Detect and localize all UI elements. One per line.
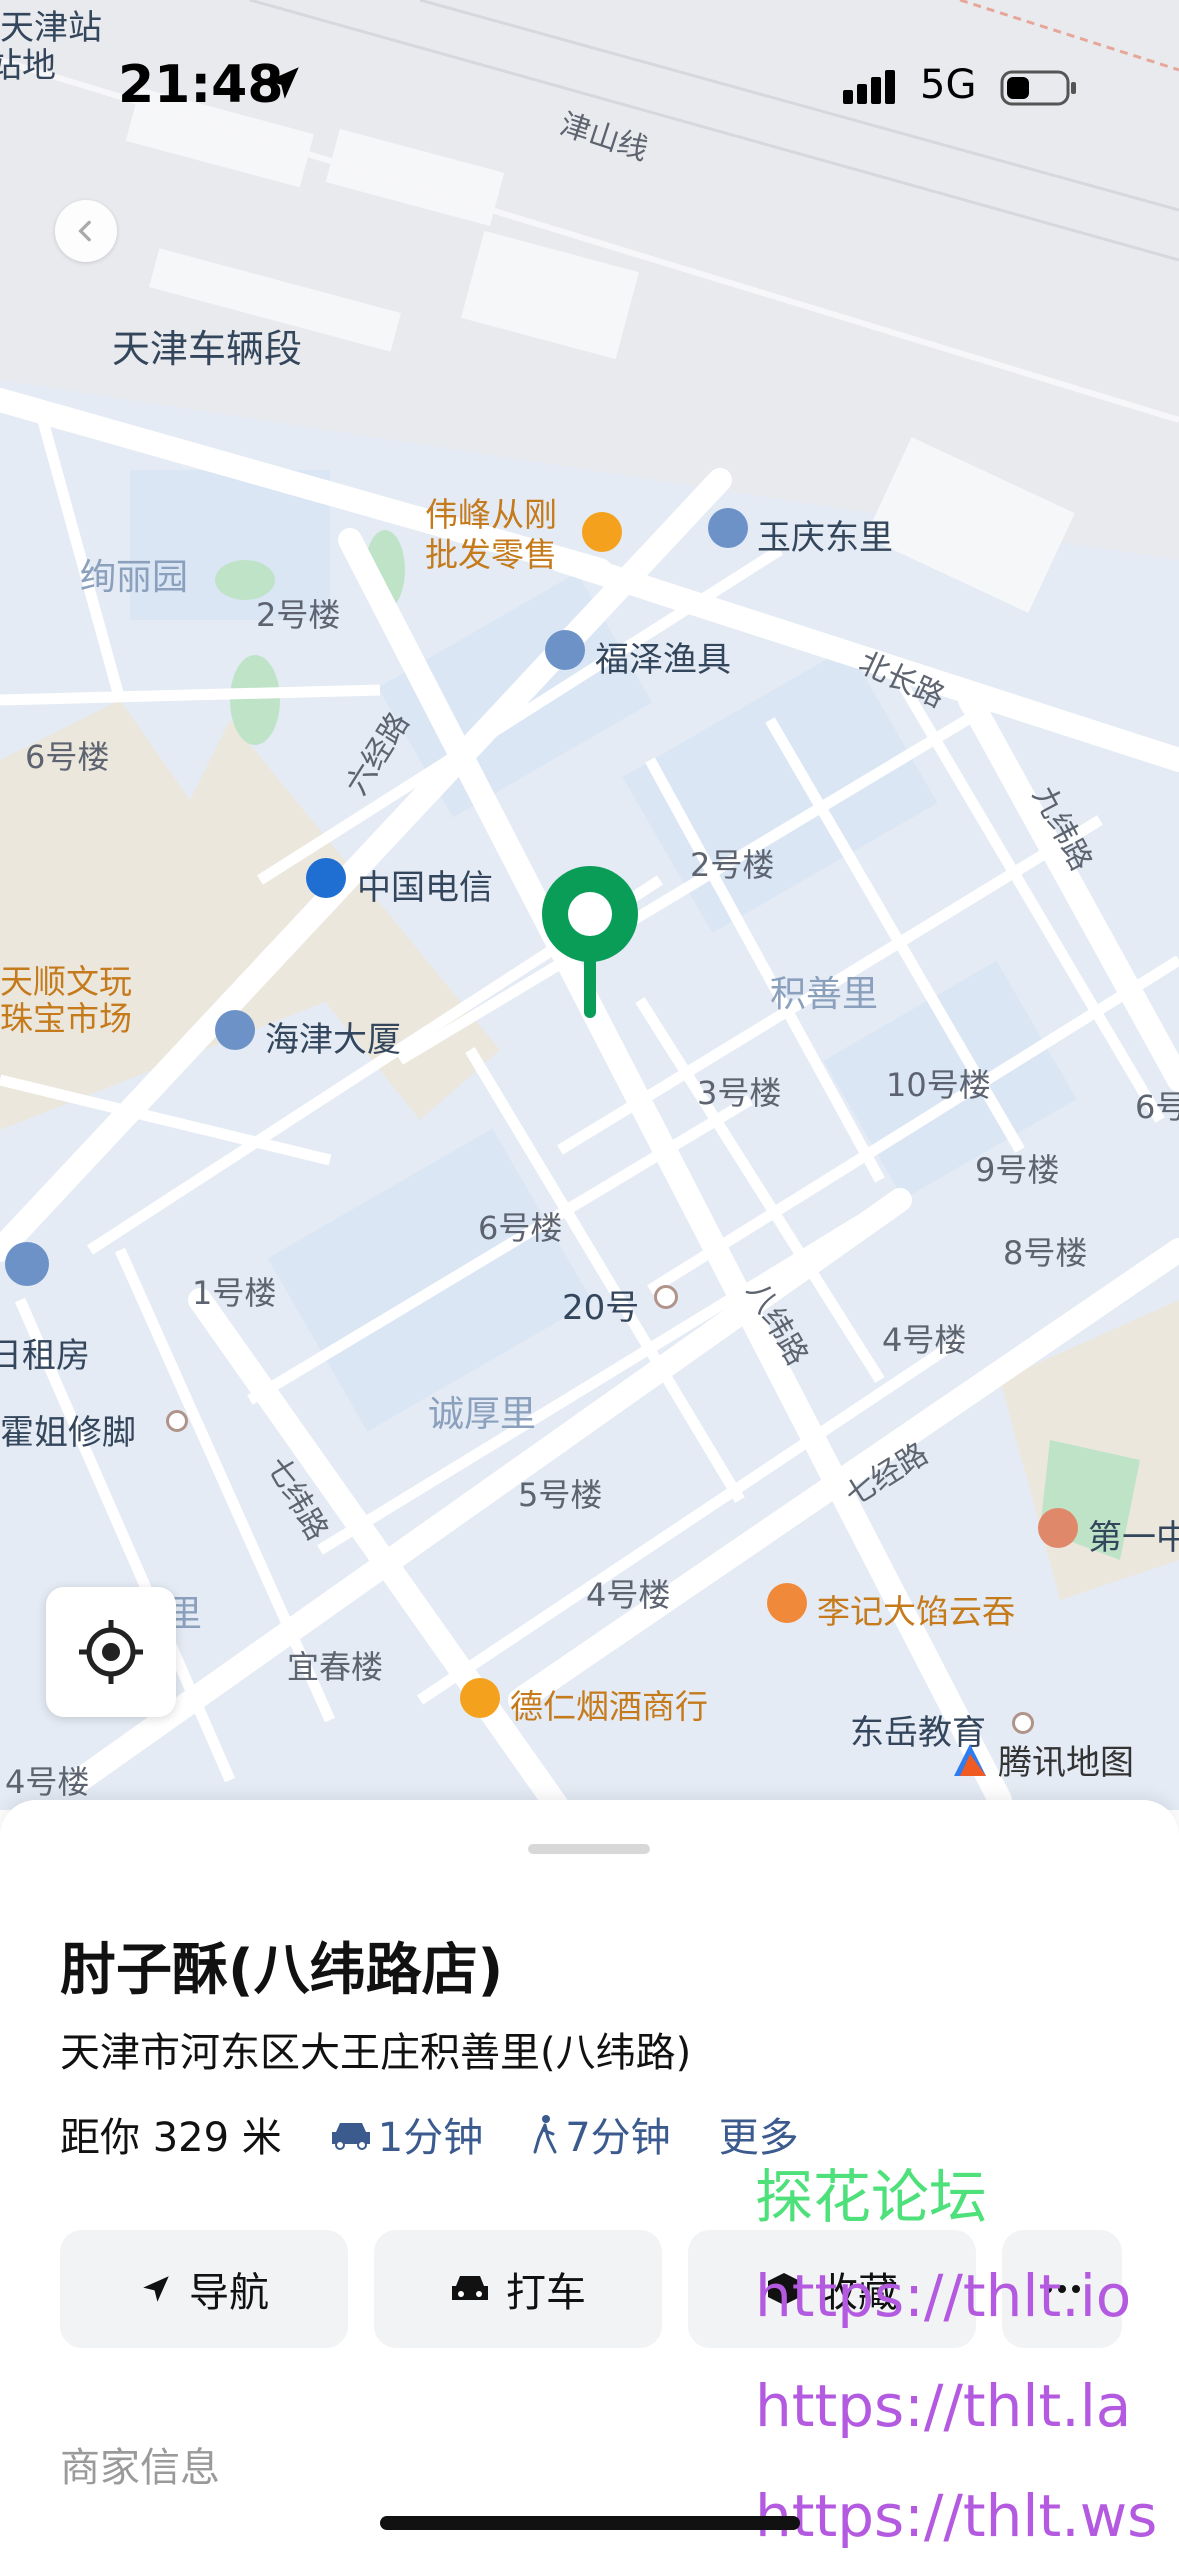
- map-label-xuliyuan: 绚丽园: [80, 557, 189, 598]
- battery-icon: [1000, 70, 1076, 106]
- drive-time[interactable]: 1分钟: [330, 2105, 483, 2163]
- status-time: 21:48: [118, 55, 284, 115]
- map-label-yichun: 宜春楼: [287, 1648, 384, 1686]
- navigate-button[interactable]: 导航: [60, 2230, 348, 2348]
- map-label-telecom: 中国电信: [357, 868, 493, 908]
- tencent-map-text: 腾讯地图: [998, 1743, 1134, 1783]
- map-label-building-4b: 4号楼: [586, 1576, 671, 1614]
- taxi-icon: [452, 2276, 488, 2300]
- navigation-arrow-icon: [143, 2276, 169, 2302]
- place-address: 天津市河东区大王庄积善里(八纬路): [60, 2030, 692, 2076]
- map-label-building-9: 9号楼: [975, 1151, 1060, 1189]
- map-label-building-8: 8号楼: [1003, 1234, 1088, 1272]
- map-label-depot: 天津车辆段: [112, 327, 303, 371]
- map-label-fuze: 福泽渔具: [595, 640, 731, 680]
- map-label-building-10: 10号楼: [886, 1066, 991, 1104]
- map-label-deren: 德仁烟酒商行: [510, 1687, 708, 1726]
- telecom-icon: [306, 858, 346, 898]
- merchant-info-heading: 商家信息: [60, 2445, 220, 2491]
- walk-time-text: 7分钟: [565, 2115, 671, 2161]
- crosshair-icon: [79, 1620, 143, 1684]
- walk-icon: [533, 2115, 557, 2154]
- watermark-url-1: https://thlt.io: [755, 2262, 1132, 2330]
- location-dot-icon: [1012, 1712, 1034, 1734]
- shop-icon: [545, 630, 585, 670]
- map-label-xiujiao: 霍姐修脚: [0, 1413, 136, 1453]
- map-label-station-2: 站地: [0, 46, 56, 86]
- sheet-grabber[interactable]: [528, 1844, 650, 1854]
- school-icon: [1038, 1508, 1078, 1548]
- map-label-building-5: 5号楼: [518, 1476, 603, 1514]
- map-label-yuqing: 玉庆东里: [757, 518, 893, 558]
- taxi-button[interactable]: 打车: [374, 2230, 662, 2348]
- locate-me-button[interactable]: [46, 1587, 176, 1717]
- destination-pin-icon: [542, 866, 638, 1018]
- map-label-building-4c: 4号楼: [5, 1763, 90, 1801]
- place-name: 肘子酥(八纬路店): [60, 1938, 504, 2003]
- place-meta-row: 距你 329 米 1分钟 7分钟 更多: [60, 2105, 799, 2163]
- watermark-forum: 探花论坛: [755, 2163, 988, 2231]
- map-label-building-2a: 2号楼: [256, 596, 341, 634]
- walk-time[interactable]: 7分钟: [531, 2105, 671, 2163]
- map-label-liji: 李记大馅云吞: [817, 1592, 1015, 1631]
- taxi-label: 打车: [506, 2270, 586, 2316]
- map-label-jishanli: 积善里: [770, 974, 879, 1015]
- home-indicator[interactable]: [380, 2516, 800, 2530]
- map-label-haijin: 海津大厦: [265, 1020, 401, 1060]
- navigate-label: 导航: [189, 2270, 269, 2316]
- map-label-building-2b: 2号楼: [690, 846, 775, 884]
- tencent-map-logo: 腾讯地图: [950, 1735, 1134, 1784]
- store-icon: [460, 1678, 500, 1718]
- watermark-url-2: https://thlt.la: [755, 2372, 1132, 2440]
- map-label-building-6c: 6号楼: [478, 1209, 563, 1247]
- map-view[interactable]: 21:48 5G 天津站 站地 津山线 天津车辆段 伟峰从刚 批发零售 玉庆东里…: [0, 0, 1179, 1810]
- back-button[interactable]: [55, 200, 117, 262]
- restaurant-icon: [767, 1583, 807, 1623]
- map-label-building-3: 3号楼: [697, 1074, 782, 1112]
- place-detail-sheet[interactable]: 肘子酥(八纬路店) 天津市河东区大王庄积善里(八纬路) 距你 329 米 1分钟…: [0, 1800, 1179, 2556]
- map-label-weifeng-2: 批发零售: [425, 535, 557, 574]
- shop-cart-icon: [582, 512, 622, 552]
- location-dot-icon: [166, 1410, 188, 1432]
- distance-text: 距你 329 米: [60, 2115, 282, 2161]
- car-icon: [331, 2123, 370, 2150]
- map-label-rizu: 日租房: [0, 1336, 90, 1376]
- location-dot-icon: [654, 1285, 678, 1309]
- map-label-chenghou: 诚厚里: [428, 1394, 537, 1435]
- office-building-icon: [215, 1010, 255, 1050]
- chevron-left-icon: [78, 220, 91, 242]
- drive-time-text: 1分钟: [377, 2115, 484, 2161]
- map-label-number-20: 20号: [562, 1288, 640, 1328]
- map-label-building-6a: 6号楼: [25, 738, 110, 776]
- network-type: 5G: [920, 62, 977, 108]
- map-label-diyi: 第一中: [1088, 1518, 1179, 1558]
- map-label-building-1: 1号楼: [192, 1274, 277, 1312]
- poi-icon: [5, 1242, 49, 1286]
- signal-icon: [843, 70, 895, 104]
- location-arrow-icon: [267, 67, 299, 99]
- map-label-building-4a: 4号楼: [882, 1321, 967, 1359]
- tencent-map-icon: [954, 1743, 986, 1776]
- map-label-tianshun-2: 珠宝市场: [0, 999, 132, 1038]
- residential-icon: [708, 508, 748, 548]
- map-label-building-6b: 6号: [1135, 1088, 1179, 1126]
- watermark-url-3: https://thlt.ws: [755, 2482, 1158, 2550]
